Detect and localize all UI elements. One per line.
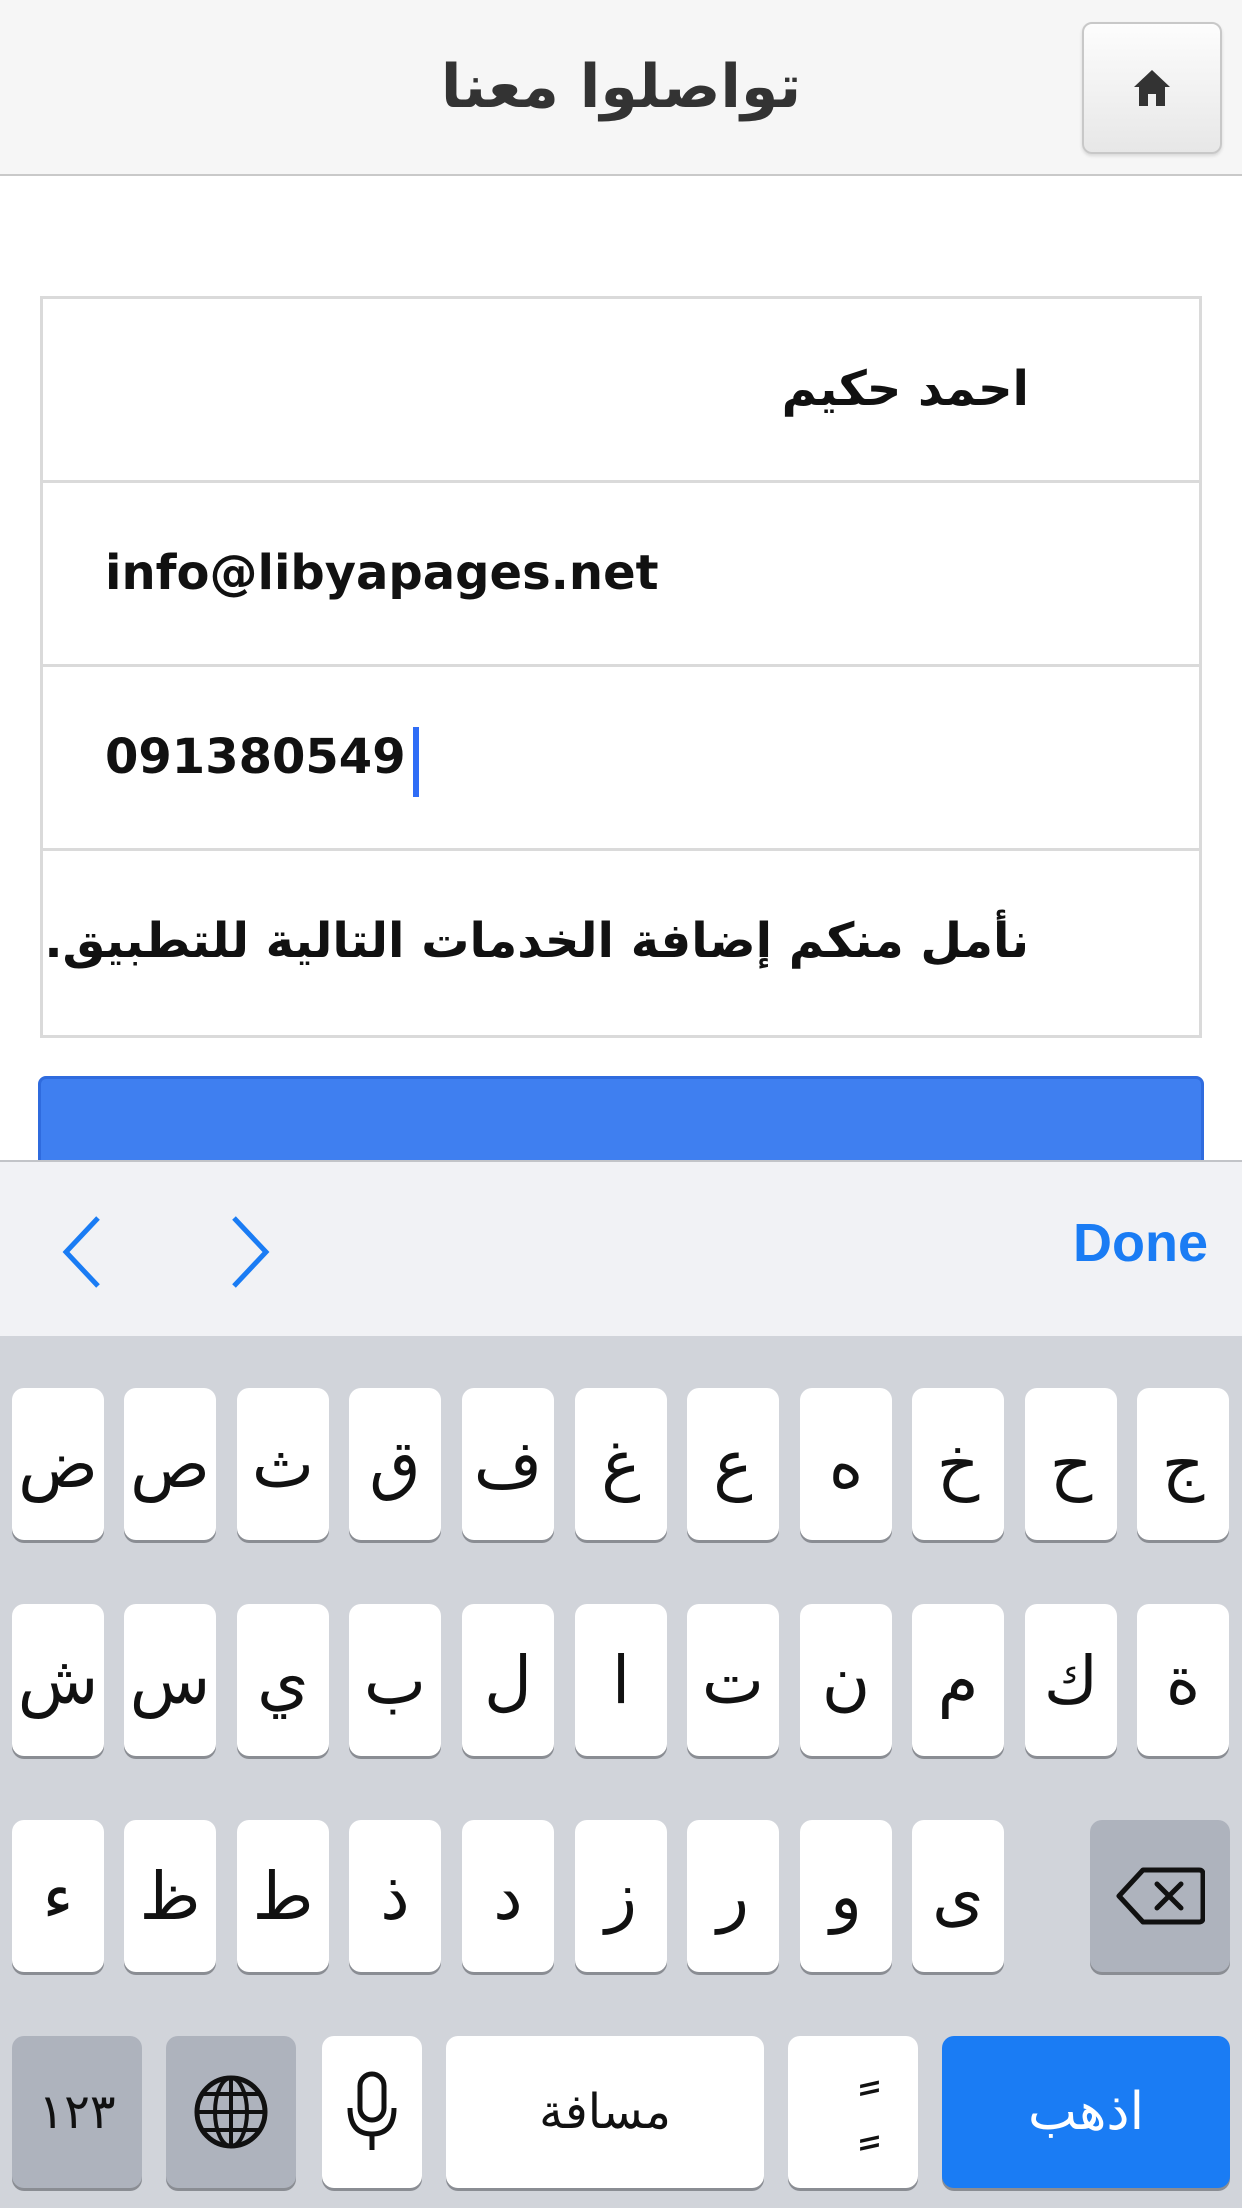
key[interactable]: ي: [237, 1604, 329, 1756]
key[interactable]: ة: [1137, 1604, 1229, 1756]
globe-key[interactable]: [166, 2036, 296, 2188]
key[interactable]: ت: [687, 1604, 779, 1756]
diacritic-key[interactable]: ًٍ: [788, 2036, 918, 2188]
email-value: info@libyapages.net: [105, 545, 659, 601]
key[interactable]: ا: [575, 1604, 667, 1756]
key[interactable]: م: [912, 1604, 1004, 1756]
key[interactable]: ز: [575, 1820, 667, 1972]
name-field[interactable]: احمد حكيم: [43, 299, 1199, 483]
message-field[interactable]: نأمل منكم إضافة الخدمات التالية للتطبيق.: [43, 851, 1199, 1035]
numbers-key[interactable]: ١٢٣: [12, 2036, 142, 2188]
email-field[interactable]: info@libyapages.net: [43, 483, 1199, 667]
key[interactable]: ء: [12, 1820, 104, 1972]
key[interactable]: ك: [1025, 1604, 1117, 1756]
chevron-left-icon[interactable]: [58, 1212, 106, 1292]
screen: تواصلوا معنا احمد حكيم info@libyapages.n…: [0, 0, 1242, 2208]
key[interactable]: ب: [349, 1604, 441, 1756]
phone-value: 091380549: [105, 729, 406, 785]
keyboard: ض ص ث ق ف غ ع ه خ ح ج ش س ي ب ل ا ت ن م …: [0, 1336, 1242, 2208]
key[interactable]: ج: [1137, 1388, 1229, 1540]
globe-icon: [194, 2075, 268, 2149]
microphone-key[interactable]: [322, 2036, 422, 2188]
key[interactable]: ه: [800, 1388, 892, 1540]
key[interactable]: ش: [12, 1604, 104, 1756]
key[interactable]: ر: [687, 1820, 779, 1972]
header: تواصلوا معنا: [0, 0, 1242, 176]
key[interactable]: ن: [800, 1604, 892, 1756]
key[interactable]: د: [462, 1820, 554, 1972]
name-value: احمد حكيم: [781, 361, 1029, 417]
key[interactable]: ع: [687, 1388, 779, 1540]
key[interactable]: ل: [462, 1604, 554, 1756]
key[interactable]: و: [800, 1820, 892, 1972]
backspace-icon: [1116, 1867, 1205, 1925]
home-icon: [1134, 70, 1170, 106]
go-key[interactable]: اذهب: [942, 2036, 1230, 2188]
key[interactable]: ض: [12, 1388, 104, 1540]
key[interactable]: غ: [575, 1388, 667, 1540]
key[interactable]: ث: [237, 1388, 329, 1540]
text-caret: [413, 727, 419, 797]
key[interactable]: س: [124, 1604, 216, 1756]
microphone-icon: [347, 2071, 397, 2150]
key[interactable]: ق: [349, 1388, 441, 1540]
home-button[interactable]: [1082, 22, 1222, 154]
keyboard-accessory-bar: Done: [0, 1160, 1242, 1336]
phone-field[interactable]: 091380549: [43, 667, 1199, 851]
key[interactable]: ح: [1025, 1388, 1117, 1540]
key[interactable]: ذ: [349, 1820, 441, 1972]
backspace-key[interactable]: [1090, 1820, 1230, 1972]
chevron-right-icon[interactable]: [226, 1212, 274, 1292]
key[interactable]: ظ: [124, 1820, 216, 1972]
space-key[interactable]: مسافة: [446, 2036, 764, 2188]
key[interactable]: ص: [124, 1388, 216, 1540]
done-button[interactable]: Done: [1073, 1212, 1208, 1274]
message-value: نأمل منكم إضافة الخدمات التالية للتطبيق.: [44, 913, 1029, 969]
key[interactable]: ط: [237, 1820, 329, 1972]
contact-form: احمد حكيم info@libyapages.net 091380549 …: [40, 296, 1202, 1038]
page-title: تواصلوا معنا: [440, 52, 802, 122]
key[interactable]: خ: [912, 1388, 1004, 1540]
key[interactable]: ى: [912, 1820, 1004, 1972]
key[interactable]: ف: [462, 1388, 554, 1540]
